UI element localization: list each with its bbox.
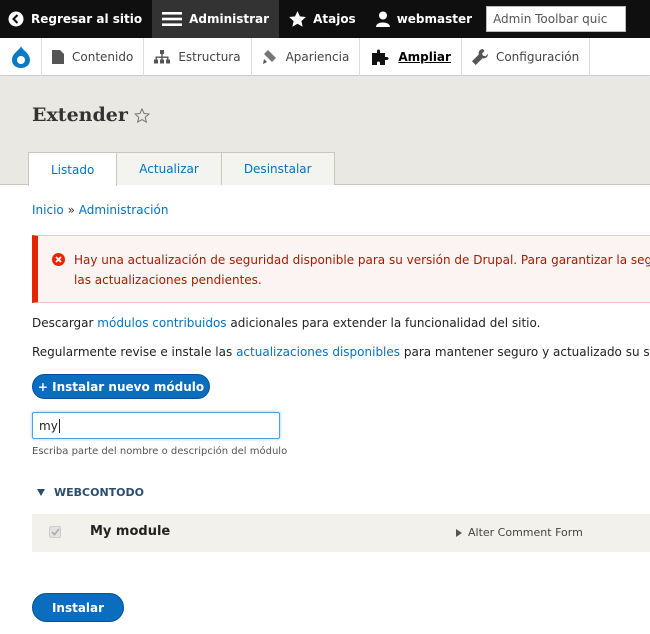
toolbar-user[interactable]: webmaster (366, 0, 482, 38)
page-title: Extender (32, 104, 150, 126)
shortcuts-label: Atajos (313, 12, 356, 26)
toolbar-tray: Contenido Estructura Apariencia Ampliar … (0, 37, 650, 76)
breadcrumb-admin-link[interactable]: Administración (79, 203, 169, 217)
toolbar-manage[interactable]: Administrar (152, 0, 280, 38)
module-filter-input[interactable]: my (32, 412, 280, 439)
message-text-line1: Hay una actualización de seguridad dispo… (74, 253, 650, 267)
triangle-right-icon (456, 528, 462, 537)
wrench-icon (471, 48, 488, 65)
module-description-toggle[interactable]: Alter Comment Form (456, 526, 583, 539)
breadcrumb-separator: » (67, 203, 75, 217)
star-icon (289, 11, 306, 27)
back-to-site-label: Regresar al sitio (31, 12, 143, 26)
primary-tabs: Listado Actualizar Desinstalar (28, 152, 335, 186)
sitemap-icon (154, 49, 171, 64)
tray-item-label: Apariencia (285, 49, 350, 64)
breadcrumb: Inicio » Administración (32, 203, 168, 217)
search-placeholder: Admin Toolbar quic (493, 12, 608, 26)
module-enabled-checkbox[interactable] (49, 526, 61, 538)
filter-help-text: Escriba parte del nombre o descripción d… (32, 446, 288, 457)
install-new-module-button[interactable]: + Instalar nuevo módulo (32, 374, 210, 399)
tray-item-configuration[interactable]: Configuración (462, 37, 591, 76)
tray-item-label: Estructura (178, 49, 241, 64)
contrib-modules-link[interactable]: módulos contribuidos (97, 316, 226, 330)
error-icon (52, 253, 65, 266)
module-name: My module (90, 524, 171, 539)
document-icon (52, 49, 64, 64)
intro-paragraph-contrib: Descargar módulos contribuidos adicional… (32, 316, 540, 330)
tray-item-content[interactable]: Contenido (42, 37, 145, 76)
available-updates-link[interactable]: actualizaciones disponibles (236, 345, 400, 359)
hamburger-icon (162, 11, 183, 27)
package-toggle-webcontodo[interactable]: WEBCONTODO (37, 486, 144, 499)
intro-text: Descargar (32, 316, 94, 330)
tab-uninstall[interactable]: Desinstalar (220, 152, 335, 185)
puzzle-icon (370, 49, 390, 65)
intro-text: adicionales para extender la funcionalid… (230, 316, 541, 330)
favorite-star-icon[interactable] (133, 107, 150, 123)
intro-paragraph-updates: Regularmente revise e instale las actual… (32, 345, 650, 359)
breadcrumb-home-link[interactable]: Inicio (32, 203, 64, 217)
message-text-line2: las actualizaciones pendientes. (74, 273, 262, 287)
tray-item-extend[interactable]: Ampliar (360, 37, 462, 76)
paintbrush-icon (262, 49, 278, 64)
tray-item-label: Ampliar (398, 49, 451, 64)
tray-item-appearance[interactable]: Apariencia (252, 37, 361, 76)
tray-item-label: Configuración (495, 49, 580, 64)
tray-item-label: Contenido (72, 49, 134, 64)
user-icon (375, 11, 390, 27)
back-arrow-icon (8, 11, 24, 27)
security-update-message: Hay una actualización de seguridad dispo… (32, 235, 650, 303)
drupal-logo-icon[interactable] (0, 37, 42, 76)
filter-value: my (39, 418, 58, 433)
toolbar-shortcuts[interactable]: Atajos (279, 0, 366, 38)
tray-item-structure[interactable]: Estructura (144, 37, 252, 76)
module-description: Alter Comment Form (468, 526, 583, 539)
intro-text: para mantener seguro y actualizado su s (403, 345, 650, 359)
tab-list[interactable]: Listado (28, 152, 118, 186)
manage-label: Administrar (189, 12, 270, 26)
page-title-text: Extender (32, 104, 128, 126)
text-caret (58, 418, 60, 433)
install-button[interactable]: Instalar (32, 593, 124, 622)
package-name: WEBCONTODO (54, 486, 144, 499)
triangle-down-icon (37, 489, 45, 496)
admin-toolbar: Regresar al sitio Administrar Atajos web… (0, 0, 650, 38)
admin-toolbar-search-input[interactable]: Admin Toolbar quic (486, 6, 627, 32)
table-row: My module Alter Comment Form (32, 514, 650, 552)
tab-update[interactable]: Actualizar (116, 152, 222, 185)
user-label: webmaster (396, 12, 473, 26)
intro-text: Regularmente revise e instale las (32, 345, 233, 359)
back-to-site-link[interactable]: Regresar al sitio (0, 0, 152, 38)
